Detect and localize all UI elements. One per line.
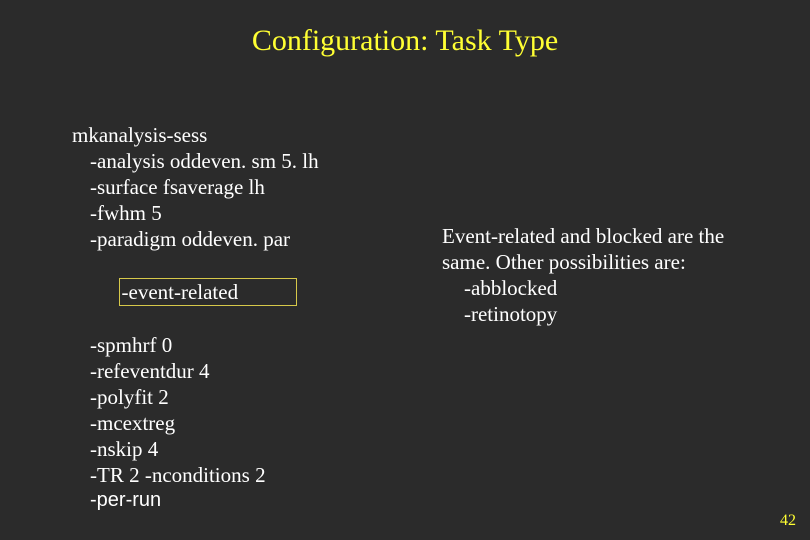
command-block: mkanalysis-sess -analysis oddeven. sm 5.… bbox=[72, 122, 319, 513]
page-number: 42 bbox=[780, 512, 796, 530]
explanation-block: Event-related and blocked are the same. … bbox=[442, 223, 772, 327]
cmd-arg-fwhm: -fwhm 5 bbox=[72, 200, 319, 226]
cmd-arg-refeventdur: -refeventdur 4 bbox=[72, 358, 319, 384]
explanation-line: same. Other possibilities are: bbox=[442, 249, 772, 275]
option-abblocked: -abblocked bbox=[442, 275, 772, 301]
cmd-arg-mcextreg: -mcextreg bbox=[72, 410, 319, 436]
cmd-arg-tr-nconditions: -TR 2 -nconditions 2 bbox=[72, 462, 319, 488]
option-retinotopy: -retinotopy bbox=[442, 301, 772, 327]
slide-title: Configuration: Task Type bbox=[0, 24, 810, 58]
cmd-arg-event-related: -event-related bbox=[72, 252, 319, 332]
cmd-arg-nskip: -nskip 4 bbox=[72, 436, 319, 462]
cmd-arg-analysis: -analysis oddeven. sm 5. lh bbox=[72, 148, 319, 174]
highlight-box: -event-related bbox=[119, 278, 298, 306]
slide: Configuration: Task Type mkanalysis-sess… bbox=[0, 0, 810, 540]
cmd-name: mkanalysis-sess bbox=[72, 122, 319, 148]
cmd-arg-polyfit: -polyfit 2 bbox=[72, 384, 319, 410]
cmd-arg-spmhrf: -spmhrf 0 bbox=[72, 332, 319, 358]
cmd-arg-surface: -surface fsaverage lh bbox=[72, 174, 319, 200]
explanation-line: Event-related and blocked are the bbox=[442, 223, 772, 249]
cmd-arg-per-run: -per-run bbox=[72, 488, 319, 513]
cmd-arg-paradigm: -paradigm oddeven. par bbox=[72, 226, 319, 252]
